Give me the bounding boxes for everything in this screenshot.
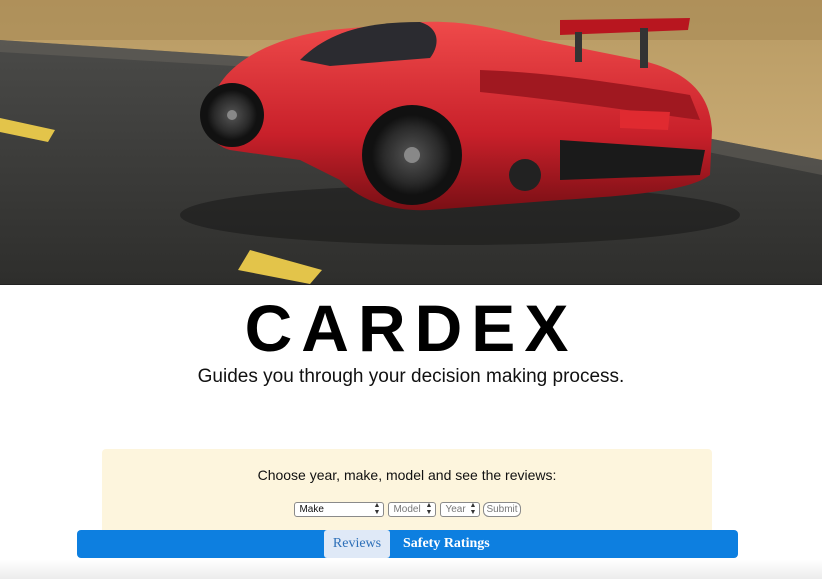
hero-image xyxy=(0,0,822,285)
nav-bar: Reviews Safety Ratings xyxy=(77,530,738,558)
year-select-value: Year xyxy=(445,504,466,515)
make-select[interactable]: Make ▲ ▼ xyxy=(294,502,385,517)
tab-reviews[interactable]: Reviews xyxy=(324,530,390,558)
site-tagline: Guides you through your decision making … xyxy=(197,366,625,387)
model-select-value: Model xyxy=(393,504,421,515)
car-photo xyxy=(0,0,822,284)
select-arrows-icon: ▲ ▼ xyxy=(469,502,477,516)
site-title: CARDEX xyxy=(244,291,578,365)
search-prompt: Choose year, make, model and see the rev… xyxy=(257,467,557,483)
select-arrows-icon: ▲ ▼ xyxy=(425,502,433,516)
make-select-value: Make xyxy=(299,504,324,515)
year-select[interactable]: Year ▲ ▼ xyxy=(440,502,481,517)
model-select[interactable]: Model ▲ ▼ xyxy=(388,502,437,517)
select-arrows-icon: ▲ ▼ xyxy=(373,502,381,516)
page-bottom-fade xyxy=(0,560,822,579)
submit-button[interactable]: Submit xyxy=(483,502,521,517)
tab-safety-ratings[interactable]: Safety Ratings xyxy=(403,530,490,558)
search-controls: Make ▲ ▼ Model ▲ ▼ Year ▲ ▼ Submit xyxy=(102,502,712,517)
search-panel: Choose year, make, model and see the rev… xyxy=(102,449,712,541)
